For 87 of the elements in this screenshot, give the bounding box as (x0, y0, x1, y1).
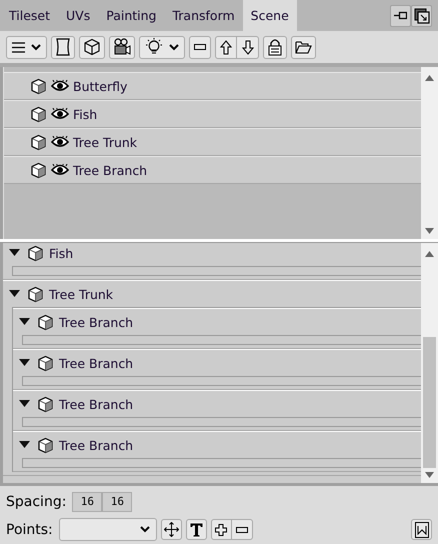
expanded-triangle-icon[interactable] (19, 359, 30, 367)
tab[interactable]: Scene (242, 0, 297, 31)
node-name[interactable]: Tree Branch (59, 356, 134, 370)
tab[interactable]: Tileset (1, 0, 58, 31)
chevron-down-icon (169, 44, 179, 50)
cube-button[interactable] (79, 36, 105, 58)
tab[interactable]: UVs (58, 0, 98, 31)
expanded-triangle-icon[interactable] (19, 318, 30, 326)
lock-icon (267, 38, 283, 56)
eye-icon[interactable] (51, 80, 69, 92)
minus-icon (194, 44, 206, 50)
scrollbar[interactable] (421, 67, 438, 239)
folder-icon (295, 40, 312, 54)
node-name[interactable]: Tree Branch (59, 314, 134, 330)
layer-row[interactable]: Tree Trunk (4, 128, 421, 156)
eye-icon[interactable] (51, 164, 69, 176)
map-button[interactable] (51, 36, 75, 58)
arrow-up-icon (220, 40, 232, 54)
eye-icon[interactable] (51, 108, 69, 120)
cube-outline-icon (83, 38, 101, 56)
layer-row[interactable]: Butterfly (4, 72, 421, 100)
text-tool-button[interactable] (186, 519, 207, 540)
undock-icon (414, 8, 430, 24)
plus-icon (215, 524, 228, 536)
expanded-triangle-icon[interactable] (19, 400, 30, 408)
chevron-down-icon (140, 526, 150, 533)
cube-icon (30, 162, 47, 178)
light-dropdown[interactable] (139, 36, 185, 58)
scroll-down-icon[interactable] (425, 228, 434, 234)
scroll-icon (55, 38, 71, 56)
tab[interactable]: Painting (98, 0, 164, 31)
scroll-thumb[interactable] (423, 337, 436, 468)
cube-icon (27, 244, 44, 262)
menu-icon (12, 42, 25, 52)
scrollbar[interactable] (421, 243, 438, 483)
scroll-up-icon[interactable] (425, 75, 434, 81)
node-name[interactable]: Tree Trunk (49, 286, 114, 302)
layer-row[interactable]: Tree Branch (4, 156, 421, 184)
cube-icon (30, 78, 47, 94)
spacing-label: Spacing: (6, 494, 66, 510)
pin-button[interactable] (390, 4, 411, 26)
move-down-button[interactable] (237, 36, 259, 58)
spacing-y-field[interactable]: 16 (102, 492, 132, 512)
move-button[interactable] (160, 519, 182, 540)
layer-row[interactable]: Fish (4, 100, 421, 128)
cube-icon (37, 354, 54, 372)
tab[interactable]: Transform (164, 0, 243, 31)
menu-dropdown[interactable] (6, 36, 47, 58)
text-tool-icon (190, 522, 203, 536)
layer-name: Fish (73, 106, 98, 122)
expanded-triangle-icon[interactable] (19, 441, 30, 449)
remove-point-button[interactable] (232, 519, 253, 540)
open-folder-button[interactable] (291, 36, 316, 58)
expanded-triangle-icon[interactable] (9, 249, 20, 257)
wrap-button[interactable] (411, 519, 432, 540)
node-name[interactable]: Tree Branch (59, 438, 134, 452)
cube-icon (30, 106, 47, 122)
points-label: Points: (6, 522, 53, 538)
node-name[interactable]: Tree Branch (59, 396, 134, 412)
expanded-triangle-icon[interactable] (9, 290, 20, 298)
scroll-down-icon[interactable] (425, 472, 434, 478)
arrow-down-icon (242, 40, 254, 54)
cube-icon (27, 286, 44, 302)
eye-icon[interactable] (51, 136, 69, 148)
cube-icon (37, 314, 54, 330)
layer-name: Tree Trunk (73, 134, 138, 150)
camera-button[interactable] (109, 36, 135, 58)
scroll-up-icon[interactable] (425, 251, 434, 257)
node-name[interactable]: Fish (49, 246, 74, 260)
add-point-button[interactable] (210, 519, 232, 540)
cube-icon (30, 134, 47, 150)
movie-camera-icon (113, 38, 131, 56)
undock-button[interactable] (411, 4, 432, 26)
minus-icon (236, 526, 248, 532)
boxed-w-icon (414, 522, 428, 538)
chevron-down-icon (31, 44, 41, 50)
cube-icon (37, 436, 54, 454)
layer-name: Butterfly (73, 78, 128, 94)
lightbulb-icon (145, 38, 163, 56)
lock-button[interactable] (263, 36, 287, 58)
remove-button[interactable] (189, 36, 211, 58)
pin-icon (394, 11, 407, 20)
cube-icon (37, 396, 54, 412)
move-icon (164, 522, 179, 537)
layer-name: Tree Branch (73, 162, 148, 178)
spacing-x-field[interactable]: 16 (72, 492, 102, 512)
move-up-button[interactable] (215, 36, 237, 58)
